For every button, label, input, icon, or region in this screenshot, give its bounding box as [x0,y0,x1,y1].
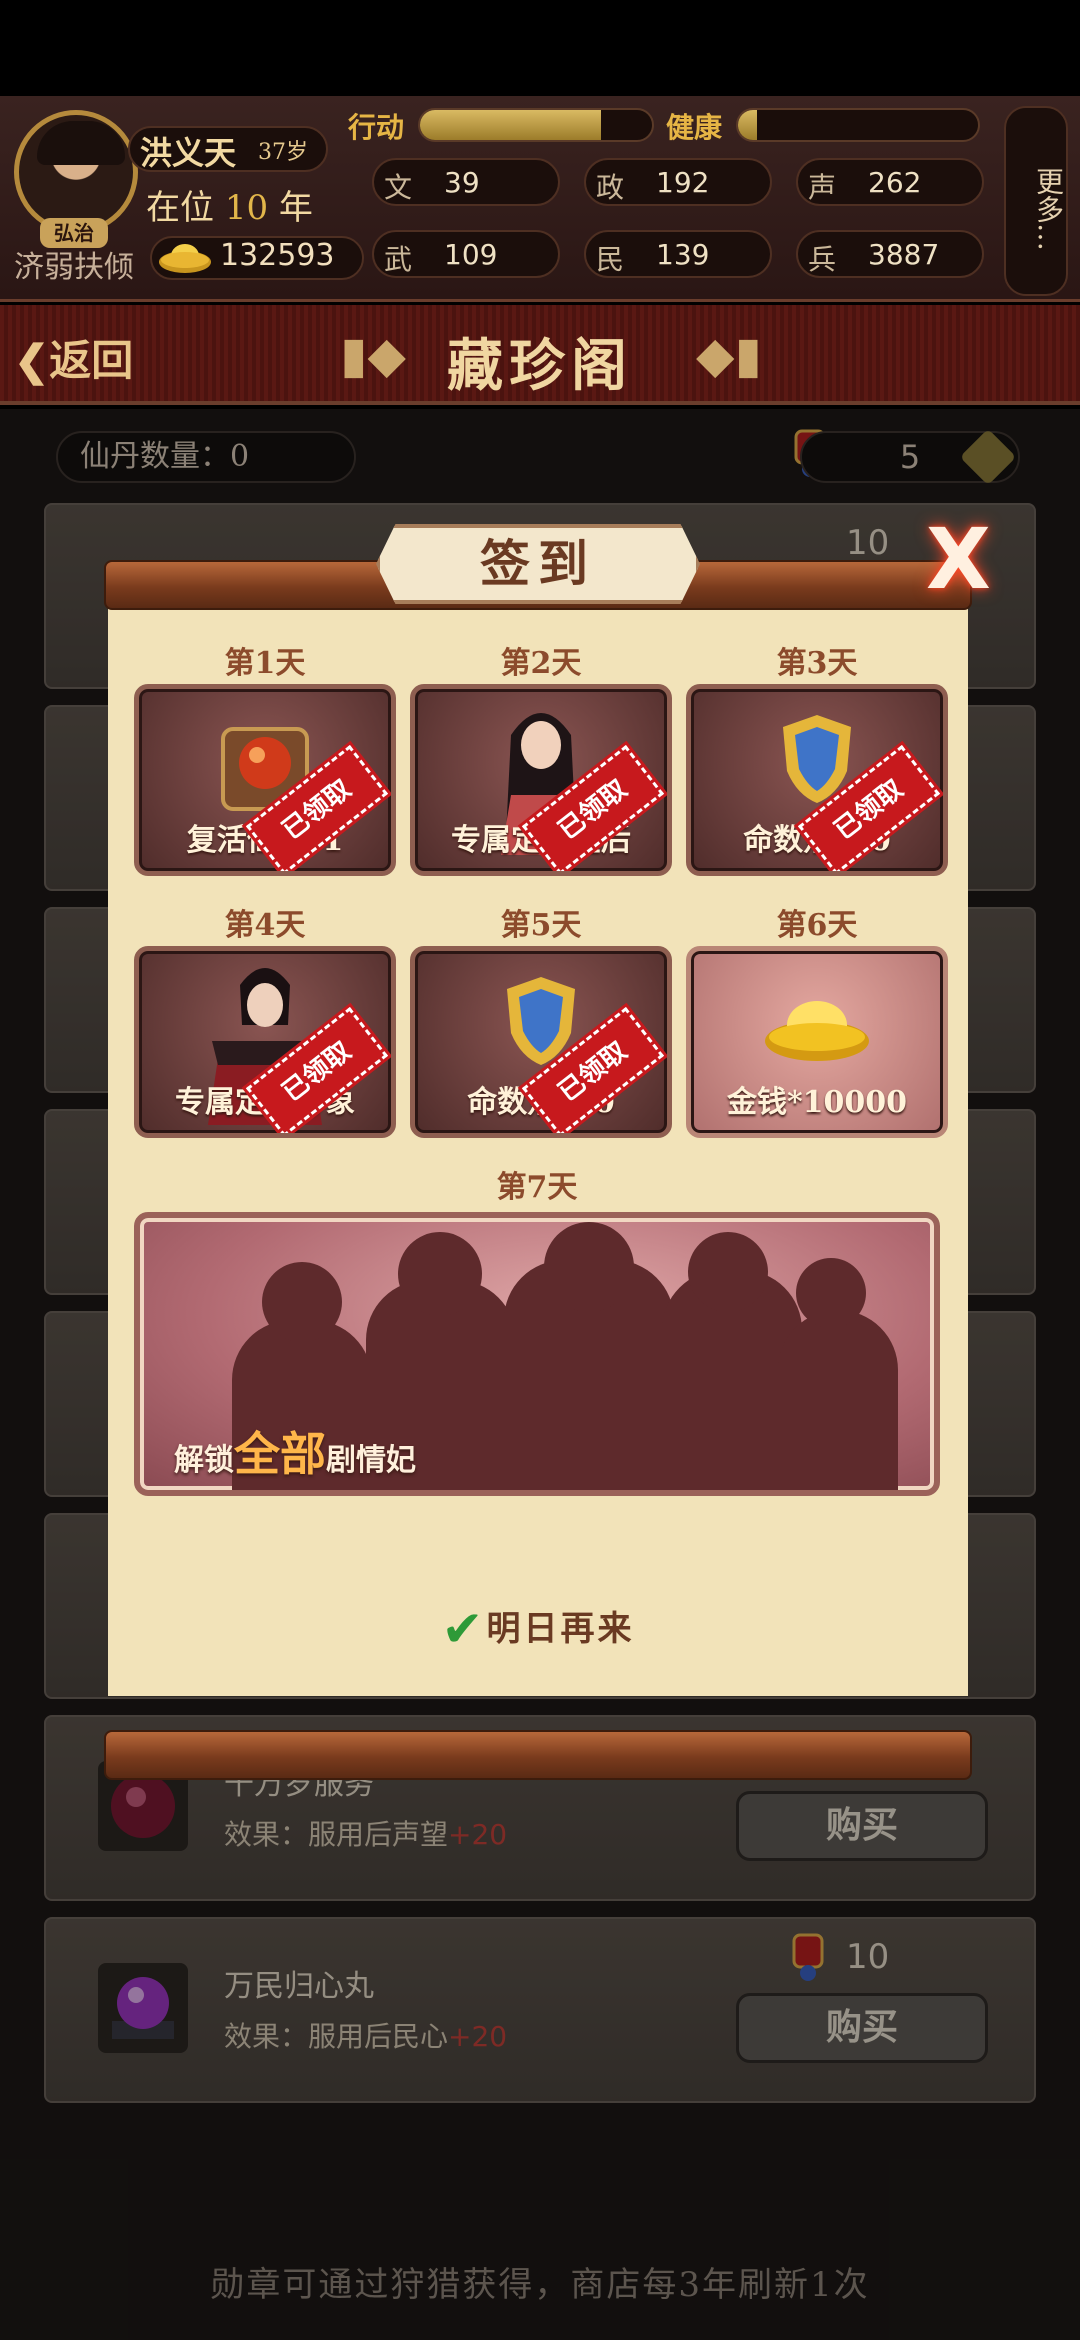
stat-bing: 兵 3887 [796,230,984,278]
player-age: 37岁 [258,140,308,165]
silhouette-head [398,1232,482,1316]
day-label: 第7天 [496,1170,578,1205]
reign-prefix: 在位 [146,188,214,228]
gold-ingot-icon [159,244,211,273]
signin-modal: 签到 X 第1天 复活仙丹*1 已领取 第2天 专属定情皇后 已领取 第3天 命… [104,510,991,1780]
silhouette-head [262,1262,342,1342]
reward-day-2[interactable]: 专属定情皇后 已领取 [410,684,672,876]
reward-day-7[interactable]: 解锁全部剧情妃 [134,1212,940,1496]
come-back-tomorrow: ✔明日再来 [104,1600,972,1658]
player-rank: 济弱扶倾 [14,250,134,285]
gold-ingot-icon [765,1001,869,1061]
stat-zheng: 政 192 [584,158,772,206]
health-label: 健康 [666,111,723,144]
reward-label: 金钱*10000 [726,1085,908,1120]
title-bar: ❮返回 ▮◆ 藏珍阁 ◆▮ [0,305,1080,405]
day-label: 第2天 [500,646,582,681]
day-label: 第5天 [500,908,582,943]
stat-key: 声 [808,171,837,204]
stat-key: 民 [596,243,625,276]
unlock-prefix: 解锁 [174,1443,234,1478]
action-bar-fill [420,110,601,140]
stat-key: 政 [596,171,625,204]
stat-value: 262 [868,166,922,199]
stat-value: 3887 [868,238,940,271]
stat-key: 武 [384,243,413,276]
more-button[interactable]: 更多… [1004,106,1068,296]
modal-title: 签到 [480,534,596,593]
health-bar-fill [738,110,758,140]
stat-value: 39 [444,166,480,199]
player-name: 洪义天 [140,134,237,172]
silhouette [778,1310,898,1490]
stat-value: 192 [656,166,710,199]
come-back-label: 明日再来 [486,1609,635,1649]
day-label: 第4天 [224,908,306,943]
reward-day-5[interactable]: 命数点*10 已领取 [410,946,672,1138]
top-hud: 弘治 洪义天 37岁 在位 10 年 济弱扶倾 132593 行动 健康 文 3… [0,96,1080,302]
silhouette-head [544,1222,634,1312]
reign-suffix: 年 [278,188,313,228]
gold-amount: 132593 [220,238,335,273]
stat-value: 139 [656,238,710,271]
reward-day-1[interactable]: 复活仙丹*1 已领取 [134,684,396,876]
close-button[interactable]: X [926,510,991,608]
stat-min: 民 139 [584,230,772,278]
stat-key: 兵 [808,243,837,276]
health-bar [736,108,980,142]
stat-wen: 文 39 [372,158,560,206]
day-label: 第3天 [776,646,858,681]
reign-number: 10 [224,188,269,228]
stat-sheng: 声 262 [796,158,984,206]
silhouette-head [688,1232,768,1312]
stat-key: 文 [384,171,413,204]
stat-value: 109 [444,238,498,271]
reward-day-6[interactable]: 金钱*10000 [686,946,948,1138]
day-label: 第6天 [776,908,858,943]
bottom-scroll-rod [104,1730,972,1780]
unlock-suffix: 剧情妃 [326,1443,416,1478]
unlock-text: 解锁全部剧情妃 [174,1418,416,1484]
stat-wu: 武 109 [372,230,560,278]
day-label: 第1天 [224,646,306,681]
reward-day-3[interactable]: 命数点*10 已领取 [686,684,948,876]
player-avatar[interactable] [14,110,138,234]
ornament-right-icon: ◆▮ [696,326,762,384]
action-label: 行动 [348,111,405,144]
action-bar [418,108,654,142]
reign-years: 在位 10 年 [146,180,313,229]
unlock-highlight: 全部 [234,1427,326,1481]
silhouette-head [796,1258,866,1328]
checkmark-icon: ✔ [441,1600,487,1658]
page-title: 藏珍阁 [447,333,633,399]
reward-day-4[interactable]: 专属定情形象 已领取 [134,946,396,1138]
